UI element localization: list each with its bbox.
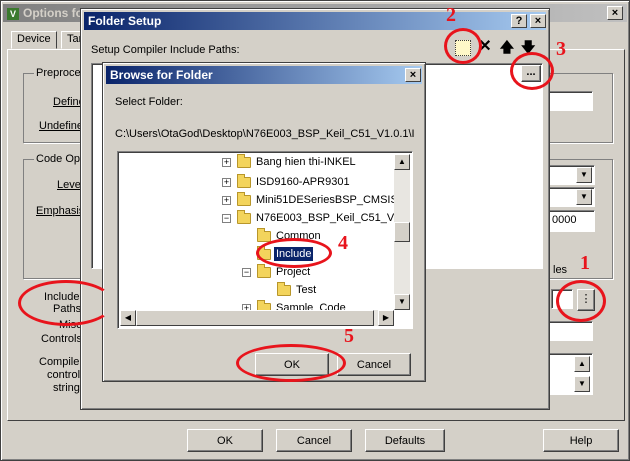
browse-close-button[interactable]: × xyxy=(405,68,421,82)
tree-item-mini51[interactable]: Mini51DESeriesBSP_CMSIS_v xyxy=(254,193,411,207)
folder-tree[interactable]: + Bang hien thi-INKEL + ISD9160-APR9301 … xyxy=(117,151,413,329)
folder-icon xyxy=(257,228,271,242)
options-defaults-button[interactable]: Defaults xyxy=(365,429,445,452)
files-text: les xyxy=(553,264,568,276)
compiler-label-1: Compiler xyxy=(39,356,84,368)
annotation-number-4: 4 xyxy=(338,232,348,254)
tree-expander-0[interactable]: + xyxy=(222,158,231,167)
folder-setup-title: Folder Setup xyxy=(88,14,162,28)
tree-vertical-thumb[interactable] xyxy=(394,222,410,242)
controls-label: Controls xyxy=(41,333,82,345)
annotation-circle-5 xyxy=(236,344,346,382)
tree-scroll-down-icon[interactable]: ▼ xyxy=(394,294,410,310)
annotation-circle-include-paths xyxy=(18,280,114,326)
folder-icon xyxy=(237,174,251,188)
compiler-scroll-up-icon[interactable]: ▲ xyxy=(574,356,590,372)
folder-setup-close-button[interactable]: × xyxy=(530,14,546,28)
tree-item-n76e003[interactable]: N76E003_BSP_Keil_C51_V1.0 xyxy=(254,211,412,225)
tree-scroll-right-icon[interactable]: ▶ xyxy=(378,310,394,326)
compiler-label-3: string xyxy=(53,382,80,394)
compiler-label-2: control xyxy=(47,369,81,381)
folder-icon xyxy=(257,264,271,278)
emphasis-label: Emphasis xyxy=(36,205,85,217)
tree-scroll-up-icon[interactable]: ▲ xyxy=(394,154,410,170)
tree-scroll-left-icon[interactable]: ◀ xyxy=(120,310,136,326)
options-cancel-button[interactable]: Cancel xyxy=(276,429,352,452)
folder-setup-title-bar: Folder Setup xyxy=(84,12,546,30)
annotation-number-3: 3 xyxy=(556,38,566,60)
annotation-number-1: 1 xyxy=(580,252,590,274)
emphasis-dropdown-icon[interactable]: ▼ xyxy=(576,189,592,205)
tree-expander-6[interactable]: − xyxy=(242,268,251,277)
folder-icon xyxy=(237,210,251,224)
move-up-icon[interactable]: 🡅 xyxy=(499,38,515,56)
browse-cancel-button[interactable]: Cancel xyxy=(337,353,411,376)
tab-device[interactable]: Device xyxy=(11,31,57,49)
annotation-number-2: 2 xyxy=(446,4,456,26)
options-help-button[interactable]: Help xyxy=(543,429,619,452)
tree-item-bang-hien-thi[interactable]: Bang hien thi-INKEL xyxy=(254,155,358,169)
undefine-label: Undefine xyxy=(39,120,84,132)
tree-horizontal-thumb[interactable] xyxy=(136,310,374,326)
tree-item-test[interactable]: Test xyxy=(294,283,318,297)
browse-folder-dialog: Browse for Folder × Select Folder: C:\Us… xyxy=(102,62,426,382)
folder-setup-label: Setup Compiler Include Paths: xyxy=(91,44,240,56)
folder-icon xyxy=(277,282,291,296)
annotation-circle-1 xyxy=(556,280,606,322)
annotation-circle-3 xyxy=(510,52,554,90)
app-icon: V xyxy=(7,7,19,20)
browse-title-bar: Browse for Folder xyxy=(106,66,422,84)
tree-expander-3[interactable]: − xyxy=(222,214,231,223)
folder-setup-help-button[interactable]: ? xyxy=(511,14,527,28)
options-ok-button[interactable]: OK xyxy=(187,429,263,452)
select-folder-label: Select Folder: xyxy=(115,96,183,108)
annotation-circle-2 xyxy=(444,28,482,64)
folder-icon xyxy=(237,154,251,168)
tree-expander-1[interactable]: + xyxy=(222,178,231,187)
selected-path: C:\Users\OtaGod\Desktop\N76E003_BSP_Keil… xyxy=(115,128,415,140)
browse-title: Browse for Folder xyxy=(110,68,213,82)
compiler-scroll-down-icon[interactable]: ▼ xyxy=(574,376,590,392)
options-close-button[interactable]: × xyxy=(607,6,623,20)
annotation-circle-4 xyxy=(256,238,332,268)
annotation-number-5: 5 xyxy=(344,325,354,347)
tree-expander-2[interactable]: + xyxy=(222,196,231,205)
folder-icon xyxy=(237,192,251,206)
tree-item-isd9160[interactable]: ISD9160-APR9301 xyxy=(254,175,352,189)
level-dropdown-icon[interactable]: ▼ xyxy=(576,167,592,183)
